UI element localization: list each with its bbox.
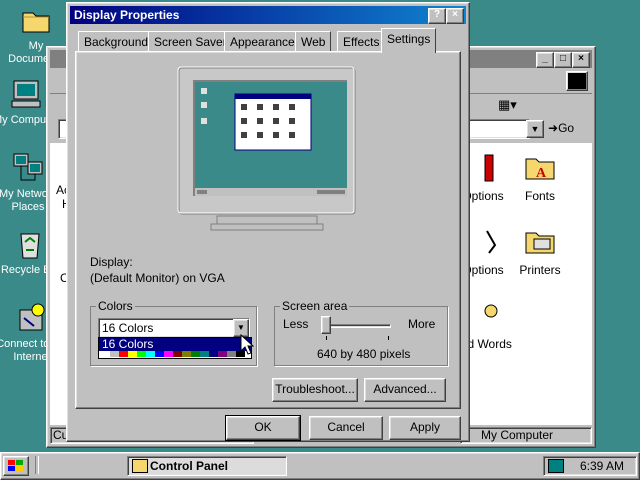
less-label: Less	[283, 317, 309, 331]
palette-swatch	[173, 351, 182, 357]
colors-group-label: Colors	[96, 299, 135, 313]
display-properties-dialog[interactable]: Display Properties ? × Background Screen…	[66, 2, 470, 442]
cp-item-fonts[interactable]: A Fonts	[505, 151, 575, 203]
slider-tick	[326, 336, 327, 340]
ok-button[interactable]: OK	[225, 415, 301, 441]
tab-background[interactable]: Background	[78, 31, 155, 52]
control-panel-icon	[132, 459, 148, 473]
windows-logo-icon	[8, 460, 23, 471]
mouse-pointer-icon	[240, 333, 255, 359]
colors-select[interactable]: 16 Colors ▼	[98, 318, 250, 338]
more-label: More	[408, 317, 436, 331]
cp-item-label: Fonts	[524, 189, 555, 203]
options-icon	[467, 151, 499, 183]
display-label: Display:	[90, 255, 133, 269]
palette-swatch	[119, 351, 128, 357]
maximize-button[interactable]: □	[554, 52, 572, 68]
system-tray: 6:39 AM	[543, 456, 637, 476]
palette-swatch	[200, 351, 209, 357]
tab-screen-saver[interactable]: Screen Saver	[148, 31, 233, 52]
palette-swatch	[128, 351, 137, 357]
colors-select-value: 16 Colors	[102, 321, 154, 335]
options-icon	[467, 225, 499, 257]
slider-tick	[388, 336, 389, 340]
palette-swatch	[101, 351, 110, 357]
cancel-button[interactable]: Cancel	[309, 416, 383, 440]
troubleshoot-button[interactable]: Troubleshoot...	[272, 378, 358, 402]
printers-folder-icon	[524, 225, 556, 257]
internet-connection-icon	[16, 302, 48, 334]
cp-item-label: Printers	[519, 263, 561, 277]
colors-dropdown-item-label: 16 Colors	[102, 337, 154, 351]
dialog-title: Display Properties	[74, 8, 180, 22]
tab-web[interactable]: Web	[295, 31, 332, 52]
palette-swatch	[137, 351, 146, 357]
palette-swatch	[227, 351, 236, 357]
taskbar-task-label: Control Panel	[150, 459, 229, 473]
taskbar-separator	[35, 456, 39, 474]
colors-dropdown-item[interactable]: 16 Colors	[99, 338, 251, 351]
slider-thumb[interactable]	[321, 316, 331, 334]
palette-swatch	[155, 351, 164, 357]
palette-swatch	[110, 351, 119, 357]
help-button[interactable]: ?	[428, 8, 446, 24]
fonts-folder-icon: A	[524, 151, 556, 183]
tab-settings[interactable]: Settings	[381, 28, 437, 53]
recycle-bin-icon	[14, 228, 46, 260]
address-dropdown-button[interactable]: ▼	[526, 120, 544, 138]
clock: 6:39 AM	[580, 459, 625, 473]
palette-swatch	[218, 351, 227, 357]
network-tray-icon[interactable]	[548, 459, 564, 473]
network-icon	[12, 152, 44, 184]
slider-track[interactable]	[321, 324, 391, 328]
computer-icon	[10, 78, 42, 110]
tab-appearance[interactable]: Appearance	[224, 31, 301, 52]
screen-area-group-label: Screen area	[280, 299, 350, 313]
cp-item-printers[interactable]: Printers	[505, 225, 575, 277]
monitor-preview	[177, 66, 357, 234]
resolution-value: 640 by 480 pixels	[317, 347, 411, 361]
palette-swatch	[146, 351, 155, 357]
close-button[interactable]: ×	[446, 8, 464, 24]
tab-effects[interactable]: Effects	[337, 31, 386, 52]
color-palette-bar	[101, 351, 245, 357]
go-button[interactable]: ➜Go	[548, 121, 574, 135]
settings-panel: Display: (Default Monitor) on VGA Colors…	[75, 51, 461, 409]
taskbar-task-control-panel[interactable]: Control Panel	[127, 456, 287, 476]
close-button[interactable]: ×	[572, 52, 590, 68]
palette-swatch	[209, 351, 218, 357]
start-button[interactable]	[3, 456, 29, 476]
windows-flag-icon	[566, 71, 588, 91]
palette-swatch	[191, 351, 200, 357]
apply-button[interactable]: Apply	[389, 416, 461, 440]
minimize-button[interactable]: _	[536, 52, 554, 68]
advanced-button[interactable]: Advanced...	[364, 378, 446, 402]
svg-text:A: A	[536, 166, 547, 181]
views-icon[interactable]: ▦▾	[498, 97, 522, 113]
folder-icon	[20, 4, 52, 36]
palette-swatch	[164, 351, 173, 357]
status-right: My Computer	[460, 427, 592, 444]
palette-swatch	[182, 351, 191, 357]
taskbar: Control Panel 6:39 AM	[0, 452, 640, 480]
colors-dropdown-list[interactable]: 16 Colors	[98, 337, 252, 359]
passwords-icon	[467, 299, 499, 331]
dialog-title-bar[interactable]: Display Properties ? ×	[70, 6, 466, 24]
display-value: (Default Monitor) on VGA	[90, 271, 225, 285]
